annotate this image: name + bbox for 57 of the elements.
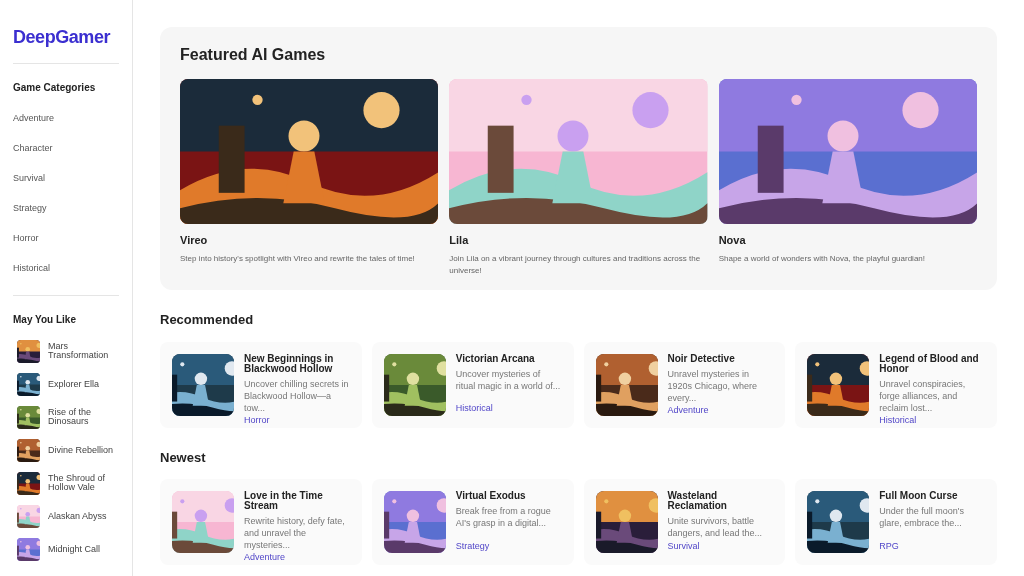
section-title: Newest xyxy=(160,448,207,467)
game-description: Shape a world of wonders with Nova, the playful guardian! xyxy=(718,252,926,265)
category-link[interactable]: Adventure xyxy=(244,551,350,565)
game-title: Full Moon Curse xyxy=(879,491,959,501)
category-link[interactable]: Strategy xyxy=(455,539,562,553)
suggestion-item[interactable]: Explorer Ella xyxy=(17,372,119,396)
suggestion-item[interactable]: Midnight Call xyxy=(17,537,119,561)
game-card[interactable]: Victorian Arcana Uncover mysteries of ritual magic in a world of... Historical xyxy=(371,341,574,428)
game-title: Victorian Arcana xyxy=(455,353,536,364)
game-title: Legend of Blood and Honor xyxy=(879,353,980,374)
game-description: Uncover chilling secrets in Blackwood Hollow—a tow... xyxy=(244,377,350,414)
game-title[interactable]: Vireo xyxy=(180,232,439,249)
category-item[interactable]: Strategy xyxy=(13,193,119,223)
category-link[interactable]: Horror xyxy=(244,413,350,427)
game-title: Wasteland Reclamation xyxy=(667,491,728,511)
game-title: Love in the Time Stream xyxy=(244,491,324,511)
game-card[interactable]: Wasteland Reclamation Unite survivors, battle dangers, and lead the... Survival xyxy=(583,479,786,565)
game-description: Rewrite history, defy fate, and unravel the mysteries... xyxy=(244,515,346,551)
game-title[interactable]: Lila xyxy=(449,232,708,249)
game-card[interactable]: Virtual Exodus Break free from a rogue AI's grasp in a digital... Strategy xyxy=(371,479,574,565)
game-description: Break free from a rogue AI's grasp in a digital... xyxy=(455,505,552,529)
game-card[interactable]: New Beginnings in Blackwood Hollow Uncover chilling secrets in Blackwood Hollow—a tow... Horror xyxy=(160,341,362,428)
logo[interactable]: DeepGamer xyxy=(13,24,119,51)
game-card[interactable]: Full Moon Curse Under the full moon's glare, embrace the... RPG xyxy=(795,479,997,565)
game-description: Step into history's spotlight with Vireo and rewrite the tales of time! xyxy=(180,252,416,265)
category-link[interactable]: Historical xyxy=(455,402,562,416)
suggestion-item[interactable]: Mars Transformation xyxy=(17,339,119,363)
game-description: Uncover mysteries of ritual magic in a world of... xyxy=(455,367,562,392)
sidebar-heading: May You Like xyxy=(13,313,77,327)
game-description: Under the full moon's glare, embrace the... xyxy=(879,505,965,529)
category-item[interactable]: Historical xyxy=(13,253,119,283)
game-description: Unravel conspiracies, forge alliances, and reclaim lost... xyxy=(879,377,967,414)
sidebar-heading: Game Categories xyxy=(13,81,97,95)
category-link[interactable]: Adventure xyxy=(667,403,774,417)
section-title: Featured AI Games xyxy=(180,45,327,65)
game-title: New Beginnings in Blackwood Hollow xyxy=(244,353,335,374)
game-title: Noir Detective xyxy=(667,353,736,364)
game-description: Join Lila on a vibrant journey through cultures and traditions across the universe! xyxy=(449,252,702,277)
game-title: Virtual Exodus xyxy=(455,491,527,501)
suggestion-item[interactable]: The Shroud of Hollow Vale xyxy=(17,471,119,495)
category-item[interactable]: Horror xyxy=(13,223,119,253)
suggestion-item[interactable]: Divine Rebellion xyxy=(17,438,119,462)
category-item[interactable]: Character xyxy=(13,133,119,163)
category-link[interactable]: Historical xyxy=(879,413,985,427)
suggestion-item[interactable]: Rise of the Dinosaurs xyxy=(17,405,119,429)
game-card[interactable]: Love in the Time Stream Rewrite history, defy fate, and unravel the mysteries... Adventure xyxy=(160,479,362,565)
section-title: Recommended xyxy=(160,311,255,329)
game-description: Unite survivors, battle dangers, and lead the... xyxy=(667,515,764,539)
category-link[interactable]: RPG xyxy=(879,539,985,553)
game-card[interactable]: Noir Detective Unravel mysteries in 1920s Chicago, where every... Adventure xyxy=(583,341,786,428)
game-title[interactable]: Nova xyxy=(718,232,977,249)
game-card[interactable]: Legend of Blood and Honor Unravel conspiracies, forge alliances, and reclaim lost... Historical xyxy=(795,341,997,428)
category-item[interactable]: Adventure xyxy=(13,103,119,133)
suggestion-item[interactable]: Alaskan Abyss xyxy=(17,504,119,528)
game-description: Unravel mysteries in 1920s Chicago, where every... xyxy=(667,367,759,404)
category-item[interactable]: Survival xyxy=(13,163,119,193)
category-link[interactable]: Survival xyxy=(667,539,774,553)
